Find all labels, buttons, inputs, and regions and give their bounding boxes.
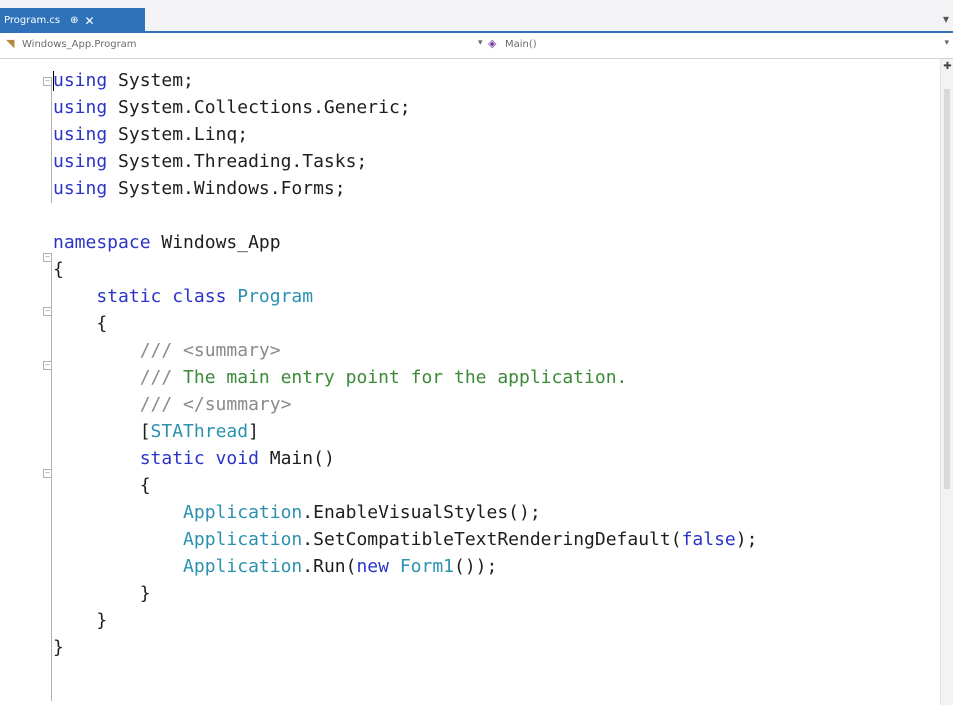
code-token: System.Collections.Generic; — [107, 97, 411, 118]
code-line[interactable]: [STAThread] — [53, 418, 757, 445]
close-icon[interactable]: ✕ — [84, 14, 94, 28]
code-token: using — [53, 70, 108, 91]
outline-guide — [51, 85, 52, 203]
code-line[interactable]: /// </summary> — [53, 391, 757, 418]
code-token: } — [53, 637, 64, 658]
pin-icon[interactable]: ⊕ — [70, 15, 78, 26]
code-line[interactable]: /// <summary> — [53, 337, 757, 364]
outline-guide — [51, 261, 52, 701]
code-line[interactable]: } — [53, 580, 757, 607]
chevron-down-icon[interactable]: ▾ — [478, 38, 483, 48]
code-token: Main() — [258, 448, 335, 469]
tab-overflow-dropdown-icon[interactable]: ▾ — [943, 12, 949, 26]
code-line[interactable]: namespace Windows_App — [53, 229, 757, 256]
type-dropdown-label: Windows_App.Program — [22, 38, 137, 50]
code-token: } — [53, 583, 151, 604]
code-token: false — [681, 529, 736, 550]
code-line[interactable]: Application.EnableVisualStyles(); — [53, 499, 757, 526]
code-token: ()); — [454, 556, 498, 577]
code-line[interactable]: { — [53, 310, 757, 337]
code-token: /// — [139, 367, 173, 388]
collapse-method-icon[interactable]: − — [43, 469, 52, 478]
code-token: Form1 — [399, 556, 454, 577]
code-token: /// </summary> — [139, 394, 292, 415]
split-icon[interactable]: ✚ — [941, 61, 953, 72]
code-token: .EnableVisualStyles(); — [302, 502, 541, 523]
collapse-class-icon[interactable]: − — [43, 307, 52, 316]
code-line[interactable]: using System.Windows.Forms; — [53, 175, 757, 202]
code-token: The main entry point for the application… — [172, 367, 628, 388]
code-token: .Run( — [302, 556, 357, 577]
code-token: { — [53, 259, 64, 280]
code-line[interactable]: using System.Collections.Generic; — [53, 94, 757, 121]
code-token: using — [53, 178, 108, 199]
code-line[interactable]: { — [53, 256, 757, 283]
code-token: System.Linq; — [107, 124, 249, 145]
code-line[interactable]: /// The main entry point for the applica… — [53, 364, 757, 391]
code-token: System.Threading.Tasks; — [107, 151, 368, 172]
code-line[interactable]: using System.Linq; — [53, 121, 757, 148]
code-token: using — [53, 97, 108, 118]
code-token: { — [53, 313, 108, 334]
code-line[interactable]: Application.SetCompatibleTextRenderingDe… — [53, 526, 757, 553]
code-token: using — [53, 151, 108, 172]
code-token: using — [53, 124, 108, 145]
chevron-down-icon[interactable]: ▾ — [944, 38, 949, 48]
method-icon: ◈ — [488, 37, 497, 50]
code-token: /// <summary> — [139, 340, 281, 361]
collapse-comment-icon[interactable]: − — [43, 361, 52, 370]
code-token: ] — [248, 421, 259, 442]
code-line[interactable]: } — [53, 634, 757, 661]
code-token: { — [53, 475, 151, 496]
code-token: static class — [96, 286, 227, 307]
document-tab-bar: Program.cs ⊕ ✕ ▾ — [0, 0, 953, 33]
code-token: [ — [53, 421, 151, 442]
scroll-thumb[interactable] — [944, 89, 950, 489]
code-token: STAThread — [150, 421, 249, 442]
code-token: Application — [183, 529, 303, 550]
code-token: new — [356, 556, 389, 577]
code-line[interactable]: using System; — [53, 67, 757, 94]
code-line[interactable]: using System.Threading.Tasks; — [53, 148, 757, 175]
vertical-scrollbar[interactable]: ✚ — [940, 59, 953, 705]
code-line[interactable]: static void Main() — [53, 445, 757, 472]
code-token: Program — [237, 286, 314, 307]
code-editor[interactable]: − − − − − using System; using System.Coll… — [0, 59, 940, 705]
code-line[interactable]: Application.Run(new Form1()); — [53, 553, 757, 580]
type-dropdown[interactable]: ◥ Windows_App.Program — [6, 38, 137, 50]
tab-label: Program.cs — [4, 15, 61, 26]
class-icon: ◥ — [6, 37, 15, 50]
code-token: Application — [183, 556, 303, 577]
code-token: .SetCompatibleTextRenderingDefault( — [302, 529, 682, 550]
code-token: namespace — [53, 232, 151, 253]
code-line[interactable] — [53, 202, 757, 229]
code-token: Application — [183, 502, 303, 523]
member-dropdown[interactable]: ◈ Main() — [488, 38, 537, 50]
code-token: } — [53, 610, 108, 631]
code-token: System.Windows.Forms; — [107, 178, 346, 199]
code-line[interactable]: { — [53, 472, 757, 499]
code-token: static void — [139, 448, 259, 469]
code-line[interactable]: static class Program — [53, 283, 757, 310]
code-text[interactable]: using System; using System.Collections.Ge… — [53, 67, 757, 661]
navigation-bar: ◥ Windows_App.Program ▾ ◈ Main() ▾ — [0, 33, 953, 59]
member-dropdown-label: Main() — [505, 38, 537, 50]
code-token: Windows_App — [150, 232, 281, 253]
tab-program-cs[interactable]: Program.cs ⊕ ✕ — [0, 8, 145, 33]
code-line[interactable]: } — [53, 607, 757, 634]
code-token: ); — [735, 529, 758, 550]
code-token: System; — [107, 70, 194, 91]
